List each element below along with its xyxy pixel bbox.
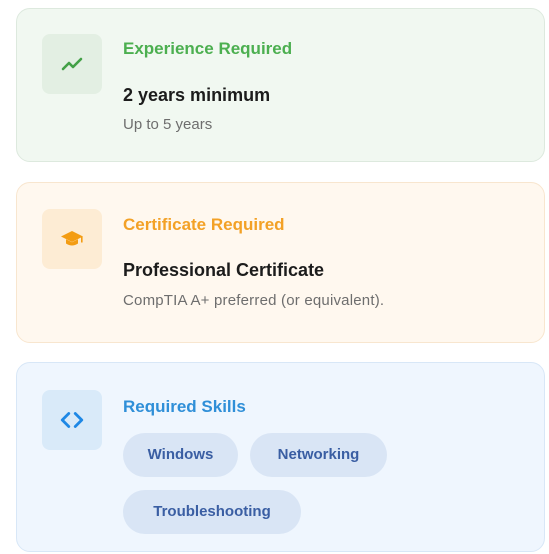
graduation-cap-icon bbox=[61, 231, 83, 246]
experience-minimum: 2 years minimum bbox=[123, 85, 271, 105]
skills-icon-box bbox=[42, 390, 102, 450]
skills-title: Required Skills bbox=[123, 397, 246, 416]
certificate-name: Professional Certificate bbox=[123, 260, 325, 280]
trending-up-icon bbox=[61, 57, 83, 71]
experience-icon-box bbox=[42, 34, 102, 94]
certificate-details: CompTIA A+ preferred (or equivalent). bbox=[123, 292, 385, 309]
certificate-card: Certificate Required Professional Certif… bbox=[16, 182, 545, 343]
skill-chip-networking[interactable]: Networking bbox=[250, 433, 387, 477]
experience-maximum: Up to 5 years bbox=[123, 116, 213, 133]
experience-title: Experience Required bbox=[123, 39, 293, 58]
experience-card: Experience Required 2 years minimum Up t… bbox=[16, 8, 545, 162]
skill-chip-troubleshooting[interactable]: Troubleshooting bbox=[123, 490, 301, 534]
code-icon bbox=[60, 412, 84, 428]
requirements-panel: Experience Required 2 years minimum Up t… bbox=[0, 0, 549, 554]
certificate-icon-box bbox=[42, 209, 102, 269]
skill-chip-windows[interactable]: Windows bbox=[123, 433, 238, 477]
skills-card: Required Skills Windows Networking Troub… bbox=[16, 362, 545, 552]
certificate-title: Certificate Required bbox=[123, 215, 285, 234]
